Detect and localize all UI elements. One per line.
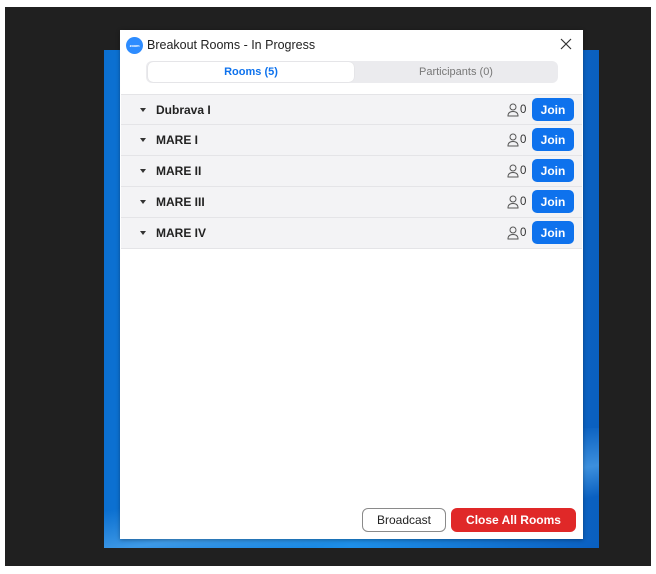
dialog-title: Breakout Rooms - In Progress [147, 38, 316, 52]
participant-count: 0 [520, 134, 527, 146]
person-icon [507, 164, 519, 178]
zoom-app-icon: zoom [126, 37, 143, 54]
room-name: Dubrava I [156, 103, 211, 117]
room-row-mare-iii[interactable]: MARE III 0 Join [121, 187, 582, 218]
participant-count: 0 [520, 165, 527, 177]
room-name: MARE II [156, 164, 202, 178]
tab-participants[interactable]: Participants (0) [354, 61, 558, 83]
close-button[interactable] [557, 35, 575, 53]
join-button[interactable]: Join [532, 221, 574, 244]
room-row-mare-ii[interactable]: MARE II 0 Join [121, 156, 582, 187]
caret-down-icon[interactable] [140, 231, 146, 235]
caret-down-icon[interactable] [140, 138, 146, 142]
join-button[interactable]: Join [532, 190, 574, 213]
participant-count: 0 [520, 196, 527, 208]
join-button[interactable]: Join [532, 128, 574, 151]
close-icon [560, 38, 572, 50]
caret-down-icon[interactable] [140, 108, 146, 112]
room-row-mare-iv[interactable]: MARE IV 0 Join [121, 218, 582, 249]
caret-down-icon[interactable] [140, 200, 146, 204]
app-icon-text: zoom [129, 43, 140, 48]
person-icon [507, 226, 519, 240]
close-all-rooms-button[interactable]: Close All Rooms [451, 508, 576, 532]
caret-down-icon[interactable] [140, 169, 146, 173]
broadcast-button[interactable]: Broadcast [362, 508, 446, 532]
participant-count: 0 [520, 104, 527, 116]
join-button[interactable]: Join [532, 159, 574, 182]
person-icon [507, 195, 519, 209]
person-icon [507, 133, 519, 147]
rooms-list: Dubrava I 0 Join MARE I 0 Join MARE II 0… [121, 94, 582, 249]
tab-bar: Rooms (5) Participants (0) [146, 61, 558, 83]
room-row-dubrava-i[interactable]: Dubrava I 0 Join [121, 94, 582, 125]
room-name: MARE I [156, 133, 198, 147]
join-button[interactable]: Join [532, 98, 574, 121]
room-row-mare-i[interactable]: MARE I 0 Join [121, 125, 582, 156]
room-name: MARE IV [156, 226, 207, 240]
title-bar: zoom Breakout Rooms - In Progress [120, 30, 583, 60]
room-name: MARE III [156, 195, 205, 209]
person-icon [507, 103, 519, 117]
tab-rooms[interactable]: Rooms (5) [148, 62, 354, 82]
breakout-rooms-dialog: zoom Breakout Rooms - In Progress Rooms … [120, 30, 583, 539]
participant-count: 0 [520, 227, 527, 239]
